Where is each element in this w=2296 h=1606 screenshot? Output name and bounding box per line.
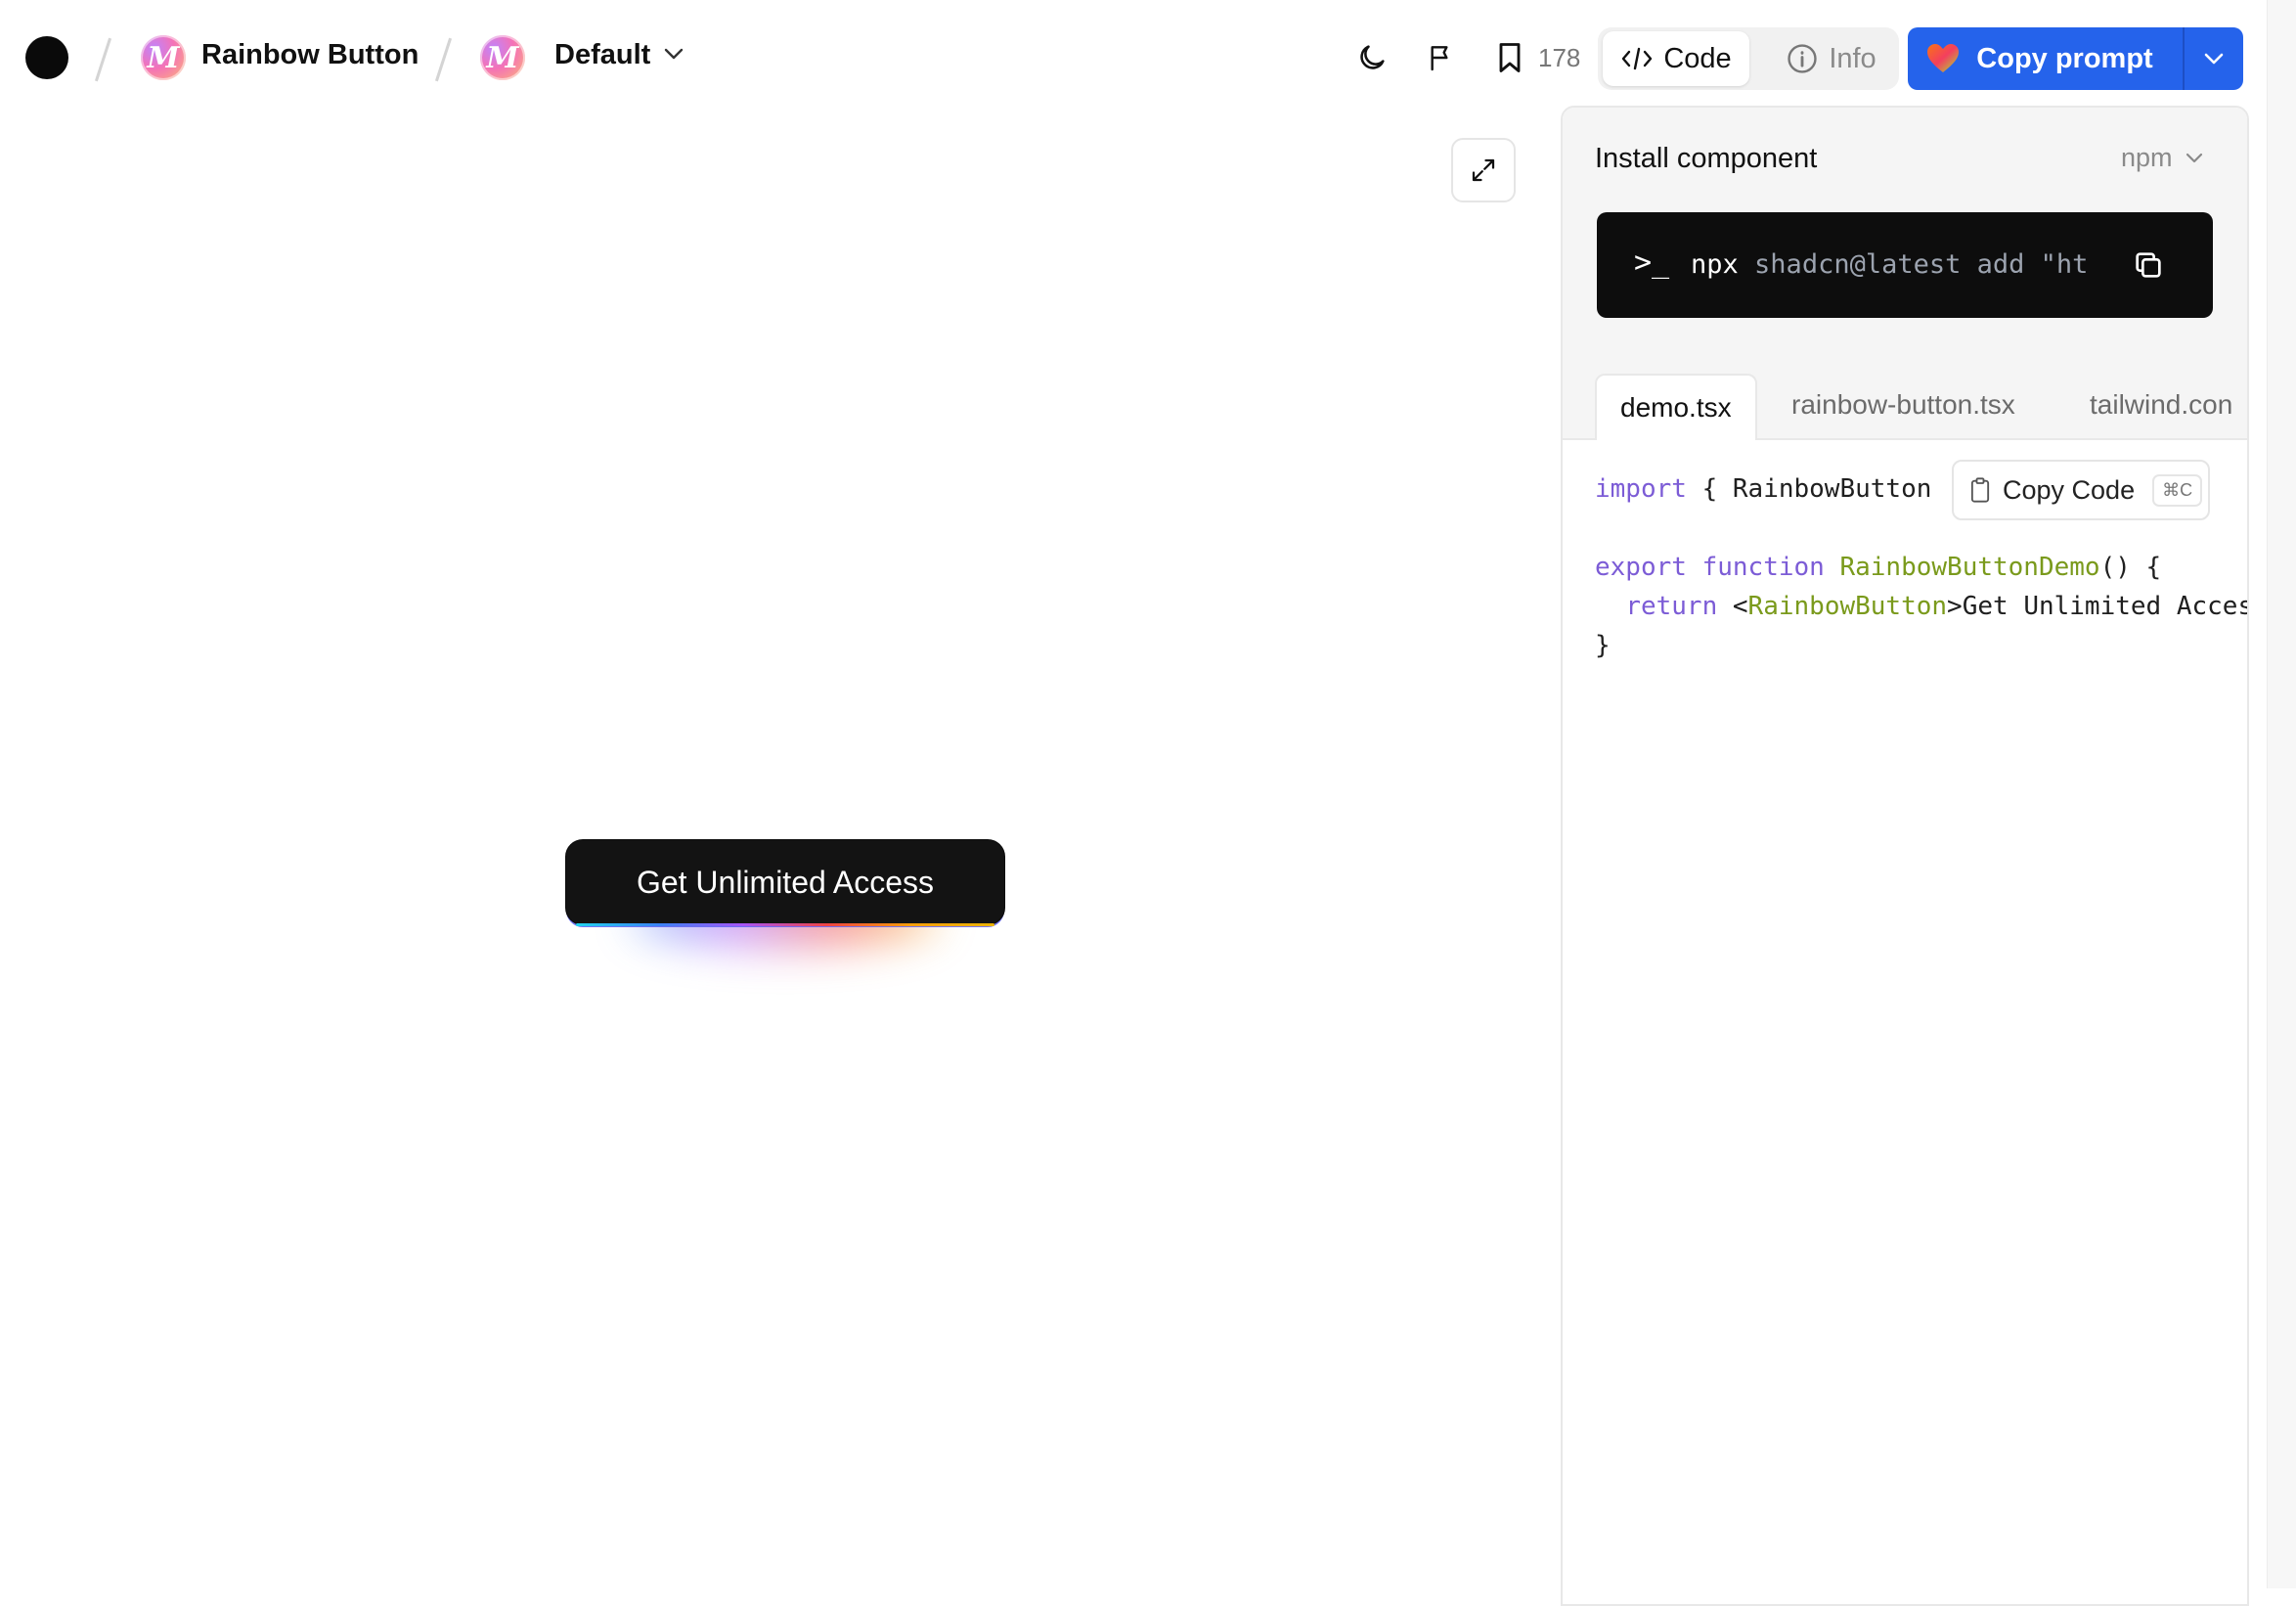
copy-prompt-button[interactable]: Copy prompt xyxy=(1908,27,2243,90)
rainbow-button[interactable]: Get Unlimited Access xyxy=(565,839,1005,925)
breadcrumb-separator xyxy=(95,38,111,82)
code-icon xyxy=(1620,46,1654,71)
command-bin: npx xyxy=(1691,249,1739,280)
tab-code-label: Code xyxy=(1663,43,1731,75)
info-icon xyxy=(1786,42,1819,75)
chevron-down-icon[interactable] xyxy=(663,47,684,66)
copy-prompt-dropdown[interactable] xyxy=(2185,27,2243,90)
breadcrumb-component-name[interactable]: Rainbow Button xyxy=(201,39,419,71)
install-title: Install component xyxy=(1595,143,1817,175)
avatar-letter: M xyxy=(147,41,179,75)
code-token: RainbowButton xyxy=(1748,592,1948,621)
package-manager-value: npm xyxy=(2121,143,2173,173)
tab-info[interactable]: Info xyxy=(1770,31,1892,86)
code-token: < xyxy=(1717,592,1747,621)
fullscreen-button[interactable] xyxy=(1451,138,1516,202)
page-scrollbar[interactable] xyxy=(2267,0,2296,1588)
tab-info-label: Info xyxy=(1829,43,1876,75)
chevron-down-icon xyxy=(2203,52,2225,66)
tab-code[interactable]: Code xyxy=(1603,31,1749,86)
top-bar: M Rainbow Button M Default 178 Code Info… xyxy=(0,0,2296,117)
package-manager-select[interactable]: npm xyxy=(2121,143,2204,173)
code-token: export xyxy=(1595,553,1687,582)
author-avatar[interactable]: M xyxy=(141,35,186,80)
tab-tailwind-config[interactable]: tailwind.con xyxy=(2090,374,2232,436)
code-token: return xyxy=(1625,592,1717,621)
flag-icon[interactable] xyxy=(1423,39,1460,76)
preview-stage: Get Unlimited Access xyxy=(565,839,1005,966)
code-token: { RainbowButton xyxy=(1687,474,1947,504)
bookmark-icon[interactable] xyxy=(1491,39,1528,76)
code-line-3: export function RainbowButtonDemo() { xyxy=(1595,553,2161,582)
code-line-4: return <RainbowButton>Get Unlimited Acce… xyxy=(1595,592,2249,621)
chevron-down-icon xyxy=(2185,153,2204,164)
variant-avatar[interactable]: M xyxy=(480,35,525,80)
copy-code-button[interactable]: Copy Code ⌘C xyxy=(1952,460,2210,520)
copy-code-label: Copy Code xyxy=(2003,475,2135,506)
breadcrumb-separator xyxy=(435,38,452,82)
install-command[interactable]: >_ npx shadcn@latest add "ht xyxy=(1597,212,2213,318)
avatar-letter: M xyxy=(486,41,518,75)
expand-icon xyxy=(1469,156,1498,185)
variant-select-label[interactable]: Default xyxy=(554,39,650,71)
code-token: RainbowButtonDemo xyxy=(1839,553,2099,582)
heart-icon xyxy=(1925,42,1961,75)
code-token: import xyxy=(1595,474,1687,504)
shortcut-hint: ⌘C xyxy=(2152,474,2202,507)
copy-prompt-label: Copy prompt xyxy=(1976,43,2152,75)
copy-icon xyxy=(2132,248,2165,282)
terminal-icon: >_ xyxy=(1634,245,1669,280)
code-token: function xyxy=(1702,553,1825,582)
tab-demo-tsx[interactable]: demo.tsx xyxy=(1595,374,1757,440)
bookmark-count: 178 xyxy=(1538,43,1580,73)
file-tabs: demo.tsx rainbow-button.tsx tailwind.con xyxy=(1563,374,2247,440)
command-args: shadcn@latest add "ht xyxy=(1754,249,2088,280)
code-panel: Install component npm >_ npx shadcn@late… xyxy=(1561,106,2249,1606)
clipboard-icon xyxy=(1969,476,1991,504)
command-text[interactable]: npx shadcn@latest add "ht xyxy=(1691,249,2101,280)
code-token: () { xyxy=(2100,553,2162,582)
code-line-5: } xyxy=(1595,631,1611,660)
tab-rainbow-button-tsx[interactable]: rainbow-button.tsx xyxy=(1791,374,2015,436)
copy-prompt-main[interactable]: Copy prompt xyxy=(1908,27,2183,90)
theme-toggle-moon-icon[interactable] xyxy=(1353,39,1391,76)
code-line-2 xyxy=(1595,513,1611,543)
site-logo[interactable] xyxy=(25,36,68,79)
copy-command-button[interactable] xyxy=(2129,245,2168,285)
code-token: >Get Unlimited Acces xyxy=(1947,592,2249,621)
